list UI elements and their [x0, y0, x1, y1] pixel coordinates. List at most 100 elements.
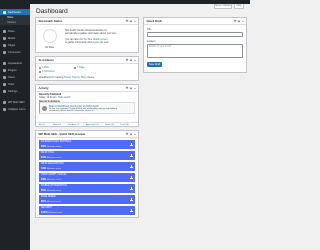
page-icon	[74, 66, 76, 69]
avatar	[42, 106, 47, 111]
seo-check-item[interactable]: INTERNATIONAL SETTINGS 63% Minimum score	[39, 140, 135, 149]
toggle-panel-icon[interactable]	[134, 20, 136, 22]
widget-header: Quick Draft	[144, 18, 246, 25]
at-a-glance-widget: At a Glance 1 Post 1 Page 1 Comment Word…	[35, 56, 139, 81]
posts-count-link[interactable]: 1 Post	[42, 66, 49, 69]
seo-check-item[interactable]: META TITLE 64% Minimum score	[39, 151, 135, 160]
filter-mine-link[interactable]: Mine (0)	[53, 124, 61, 127]
seo-check-item[interactable]: PAGE SPEED 60% Minimum score	[39, 195, 135, 204]
move-down-icon[interactable]	[237, 19, 241, 23]
widget-controls	[125, 132, 136, 136]
sidebar-item-comments[interactable]: Comments	[0, 49, 30, 55]
widget-controls	[125, 86, 136, 90]
widget-title: Site Health Status	[38, 19, 63, 23]
wrench-icon	[3, 82, 6, 86]
settings-icon	[3, 89, 6, 93]
screen-options-button[interactable]: Screen Options	[214, 4, 232, 9]
widget-header: Activity	[36, 85, 138, 92]
move-up-icon[interactable]	[125, 132, 129, 136]
sidebar-collapse-menu[interactable]: Collapse menu	[0, 106, 30, 112]
theme-link[interactable]: Twenty Twenty-Three	[64, 76, 87, 79]
widget-header: WP Mobi SEO - Quick SEO preview	[36, 131, 138, 138]
download-icon[interactable]	[129, 165, 133, 168]
sidebar-item-media[interactable]: Media	[0, 35, 30, 41]
widget-controls	[233, 19, 244, 23]
comment-filters: All (1) Mine (0) Pending (0) Approved (1…	[36, 122, 138, 127]
admin-sidebar: Dashboard Home Updates Posts Media Pages…	[0, 4, 30, 250]
move-down-icon[interactable]	[129, 86, 133, 90]
site-health-widget: Site Health Status No Data Site health c…	[35, 17, 139, 53]
seo-preview-widget: WP Mobi SEO - Quick SEO preview INTERNAT…	[35, 130, 139, 218]
comment-text: comments, please visit the Comments scre…	[49, 110, 95, 112]
users-icon	[3, 75, 6, 79]
draft-title-label: Title	[147, 28, 152, 31]
sidebar-item-settings[interactable]: Settings	[0, 88, 30, 94]
sidebar-item-plugins[interactable]: Plugins	[0, 67, 30, 73]
activity-widget: Activity Recently Published Today, 10:24…	[35, 84, 139, 127]
seo-check-item[interactable]: OPEN GRAPH / SOCIAL 33% Minimum score	[39, 173, 135, 182]
widget-title: WP Mobi SEO - Quick SEO preview	[38, 132, 86, 136]
filter-pending-link[interactable]: Pending (0)	[68, 124, 79, 127]
page-title: Dashboard	[36, 8, 68, 15]
filter-approved-link[interactable]: Approved (1)	[86, 124, 99, 127]
widget-header: At a Glance	[36, 57, 138, 64]
seo-check-item[interactable]: MOBILE OPTIMIZATION 65% Minimum score	[39, 184, 135, 193]
comments-count-link[interactable]: 1 Comment	[42, 70, 54, 73]
download-icon[interactable]	[129, 187, 133, 190]
sidebar-item-pages[interactable]: Pages	[0, 42, 30, 48]
sidebar-item-posts[interactable]: Posts	[0, 28, 30, 34]
dashboard-icon	[3, 10, 6, 14]
admin-bar	[0, 0, 250, 4]
move-up-icon[interactable]	[125, 58, 129, 62]
move-up-icon[interactable]	[125, 19, 129, 23]
quick-draft-widget: Quick Draft Title Content What's on your…	[143, 17, 247, 73]
sidebar-item-appearance[interactable]: Appearance	[0, 60, 30, 66]
move-down-icon[interactable]	[129, 19, 133, 23]
download-icon[interactable]	[129, 143, 133, 146]
draft-content-label: Content	[147, 40, 156, 43]
sidebar-subitem-updates[interactable]: Updates	[0, 20, 30, 25]
draft-content-textarea[interactable]: What's on your mind?	[147, 44, 243, 58]
comment-icon	[39, 70, 41, 73]
widget-title: Activity	[38, 86, 49, 90]
filter-trash-link[interactable]: Trash (0)	[120, 124, 129, 127]
move-up-icon[interactable]	[233, 19, 237, 23]
page-icon	[3, 43, 6, 47]
sidebar-item-wp-mobi-seo[interactable]: WP Mobi SEO	[0, 99, 30, 105]
move-up-icon[interactable]	[125, 86, 129, 90]
health-text: to gather information about your site no…	[65, 41, 109, 44]
move-down-icon[interactable]	[129, 132, 133, 136]
toggle-panel-icon[interactable]	[134, 133, 136, 135]
sidebar-item-users[interactable]: Users	[0, 74, 30, 80]
media-icon	[3, 36, 6, 40]
filter-all-link[interactable]: All (1)	[39, 124, 45, 127]
sidebar-item-tools[interactable]: Tools	[0, 81, 30, 87]
comment-icon	[3, 50, 6, 54]
widget-controls	[125, 19, 136, 23]
brush-icon	[3, 61, 6, 65]
seo-icon	[3, 100, 6, 104]
toggle-panel-icon[interactable]	[134, 87, 136, 89]
toggle-panel-icon[interactable]	[242, 20, 244, 22]
widget-controls	[125, 58, 136, 62]
health-status-label: No Data	[45, 46, 54, 49]
health-text: periodically to gather information about…	[65, 32, 117, 35]
health-status-circle	[43, 29, 57, 43]
help-button[interactable]: Help	[234, 4, 244, 9]
move-down-icon[interactable]	[129, 58, 133, 62]
seo-check-item[interactable]: META DESCRIPTION 44% Minimum score	[39, 162, 135, 171]
collapse-icon	[3, 107, 6, 111]
download-icon[interactable]	[129, 154, 133, 157]
seo-check-item[interactable]: SECURITY 100% Minimum score	[39, 206, 135, 215]
draft-title-input[interactable]	[147, 32, 243, 37]
pages-count-link[interactable]: 1 Page	[77, 66, 85, 69]
toggle-panel-icon[interactable]	[134, 59, 136, 61]
widget-header: Site Health Status	[36, 18, 138, 25]
plugin-icon	[3, 68, 6, 72]
filter-spam-link[interactable]: Spam (0)	[105, 124, 114, 127]
download-icon[interactable]	[129, 198, 133, 201]
save-draft-button[interactable]: Save Draft	[147, 62, 162, 67]
download-icon[interactable]	[129, 209, 133, 212]
pin-icon	[3, 29, 6, 33]
download-icon[interactable]	[129, 176, 133, 179]
